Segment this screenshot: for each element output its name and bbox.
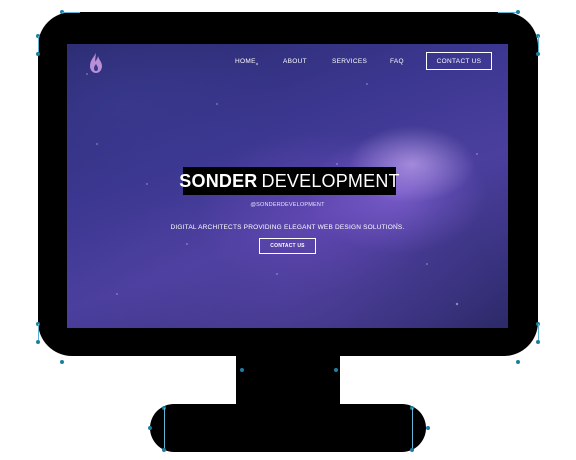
monitor-base — [150, 404, 426, 452]
guide-line — [38, 36, 39, 52]
guide-line — [498, 12, 516, 13]
anchor-point — [536, 52, 540, 56]
anchor-point — [516, 10, 520, 14]
guide-line — [412, 408, 413, 448]
guide-line — [538, 324, 539, 340]
guide-line — [164, 408, 165, 448]
anchor-point — [60, 360, 64, 364]
anchor-point — [162, 448, 166, 452]
nav-link-services[interactable]: SERVICES — [332, 58, 367, 65]
nav-link-about[interactable]: ABOUT — [283, 58, 307, 65]
contact-us-nav-button[interactable]: CONTACT US — [426, 52, 492, 70]
hero-title: SONDER DEVELOPMENT — [179, 167, 400, 195]
guide-line — [38, 324, 39, 340]
nav-link-faq[interactable]: FAQ — [390, 58, 404, 65]
anchor-point — [410, 448, 414, 452]
anchor-point — [334, 368, 338, 372]
social-handle[interactable]: @SONDERDEVELOPMENT — [67, 202, 508, 208]
anchor-point — [240, 368, 244, 372]
anchor-point — [426, 426, 430, 430]
website-screen: HOME ABOUT SERVICES FAQ CONTACT US SONDE… — [67, 44, 508, 328]
hero-title-bold: SONDER — [179, 170, 258, 191]
contact-us-hero-button[interactable]: CONTACT US — [259, 238, 316, 254]
anchor-point — [148, 426, 152, 430]
hero-tagline: DIGITAL ARCHITECTS PROVIDING ELEGANT WEB… — [170, 224, 405, 231]
anchor-point — [536, 340, 540, 344]
navbar: HOME ABOUT SERVICES FAQ CONTACT US — [67, 44, 508, 80]
hero-title-light: DEVELOPMENT — [261, 170, 400, 191]
guide-line — [538, 36, 539, 52]
flame-drop-icon[interactable] — [87, 52, 105, 74]
guide-line — [62, 12, 80, 13]
nav-link-home[interactable]: HOME — [235, 58, 256, 65]
anchor-point — [36, 340, 40, 344]
anchor-point — [516, 360, 520, 364]
anchor-point — [36, 52, 40, 56]
monitor-illustration: HOME ABOUT SERVICES FAQ CONTACT US SONDE… — [0, 0, 576, 460]
